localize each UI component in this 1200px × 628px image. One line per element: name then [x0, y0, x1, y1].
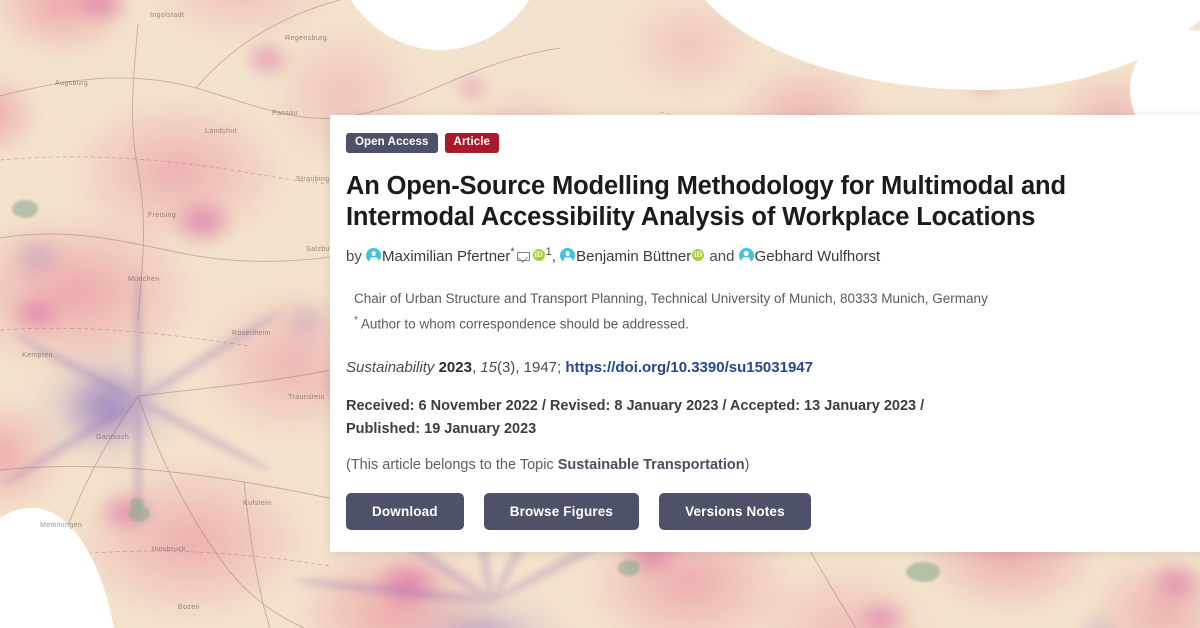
affiliation-block: Chair of Urban Structure and Transport P…: [346, 287, 1188, 337]
map-place-label: Ingolstadt: [150, 12, 185, 19]
citation-sep-2: ,: [515, 359, 520, 377]
correspondence-mark: *: [354, 314, 358, 326]
correspondence-text: Author to whom correspondence should be …: [360, 316, 689, 332]
map-place-label: Kufstein: [243, 500, 272, 507]
author-prefix: by: [346, 248, 362, 266]
author-list: by Maximilian Pfertner* iD 1, Benjamin Büt…: [346, 244, 1188, 269]
citation-line: Sustainability 2023, 15(3), 1947; https:…: [346, 357, 1188, 379]
orcid-icon[interactable]: iD: [692, 249, 705, 262]
download-button[interactable]: Download: [346, 493, 464, 531]
map-place-label: Augsburg: [55, 80, 89, 87]
map-place-label: Freising: [148, 212, 177, 219]
citation-issue: (3): [496, 359, 516, 377]
citation-sep-1: ,: [471, 359, 477, 377]
author-conjunction: and: [709, 248, 735, 266]
map-place-label: Rosenheim: [232, 330, 272, 337]
topic-link[interactable]: Sustainable Transportation: [558, 457, 745, 473]
person-icon[interactable]: [560, 248, 576, 264]
map-forest-patch: [12, 200, 38, 218]
map-place-label: Munchen: [128, 276, 160, 283]
map-forest-patch: [130, 498, 144, 509]
map-place-label: Garmisch: [96, 434, 130, 441]
topic-prefix: (This article belongs to the Topic: [346, 457, 558, 474]
versions-notes-button[interactable]: Versions Notes: [659, 493, 811, 531]
map-place-label: Passau: [272, 110, 298, 117]
screenshot-stage: Ingolstadt Regensburg Augsburg Landshut Pass…: [0, 0, 1200, 628]
map-place-label: Straubing: [296, 176, 330, 183]
doi-link[interactable]: https://doi.org/10.3390/su15031947: [565, 359, 813, 376]
envelope-icon[interactable]: [516, 251, 530, 262]
map-place-label: Landshut: [205, 128, 238, 135]
badge-row: Open Access Article: [346, 133, 1188, 154]
map-place-label: Regensburg: [285, 35, 328, 42]
topic-note: (This article belongs to the Topic Susta…: [346, 457, 1188, 473]
map-place-label: Innsbruck: [152, 546, 186, 553]
corresponding-author-mark: *: [510, 246, 515, 259]
author-name-3[interactable]: Gebhard Wulfhorst: [755, 248, 881, 265]
map-place-label: Memmingen: [40, 522, 83, 529]
map-forest-patch: [906, 562, 940, 582]
browse-figures-button[interactable]: Browse Figures: [483, 493, 640, 531]
person-icon[interactable]: [366, 248, 382, 264]
citation-article-number: 1947: [523, 359, 558, 377]
citation-volume: 15: [480, 359, 497, 377]
correspondence-note: * Author to whom correspondence should be…: [354, 312, 1188, 337]
author-separator: ,: [551, 248, 556, 266]
article-title: An Open-Source Modelling Methodology for…: [346, 172, 1066, 231]
citation-sep-3: ;: [557, 359, 562, 377]
map-forest-patch: [618, 560, 640, 576]
author-name-2[interactable]: Benjamin Büttner: [576, 248, 691, 265]
affiliation-text: Chair of Urban Structure and Transport P…: [354, 290, 988, 306]
article-card: Open Access Article An Open-Source Model…: [330, 115, 1200, 553]
author-name-1[interactable]: Maximilian Pfertner: [382, 248, 510, 265]
publication-history: Received: 6 November 2022 / Revised: 8 J…: [346, 398, 925, 437]
journal-name: Sustainability: [346, 359, 435, 377]
citation-year: 2023: [438, 359, 472, 377]
orcid-icon[interactable]: iD: [532, 249, 545, 262]
topic-suffix: ): [744, 457, 750, 474]
action-button-row: Download Browse Figures Versions Notes: [346, 493, 1188, 531]
map-place-label: Traunstein: [288, 394, 325, 401]
open-access-badge[interactable]: Open Access: [346, 133, 438, 154]
map-place-label: Bozen: [178, 604, 200, 611]
map-place-label: Kempten: [22, 352, 53, 359]
article-type-badge[interactable]: Article: [444, 133, 500, 154]
person-icon[interactable]: [738, 248, 754, 264]
